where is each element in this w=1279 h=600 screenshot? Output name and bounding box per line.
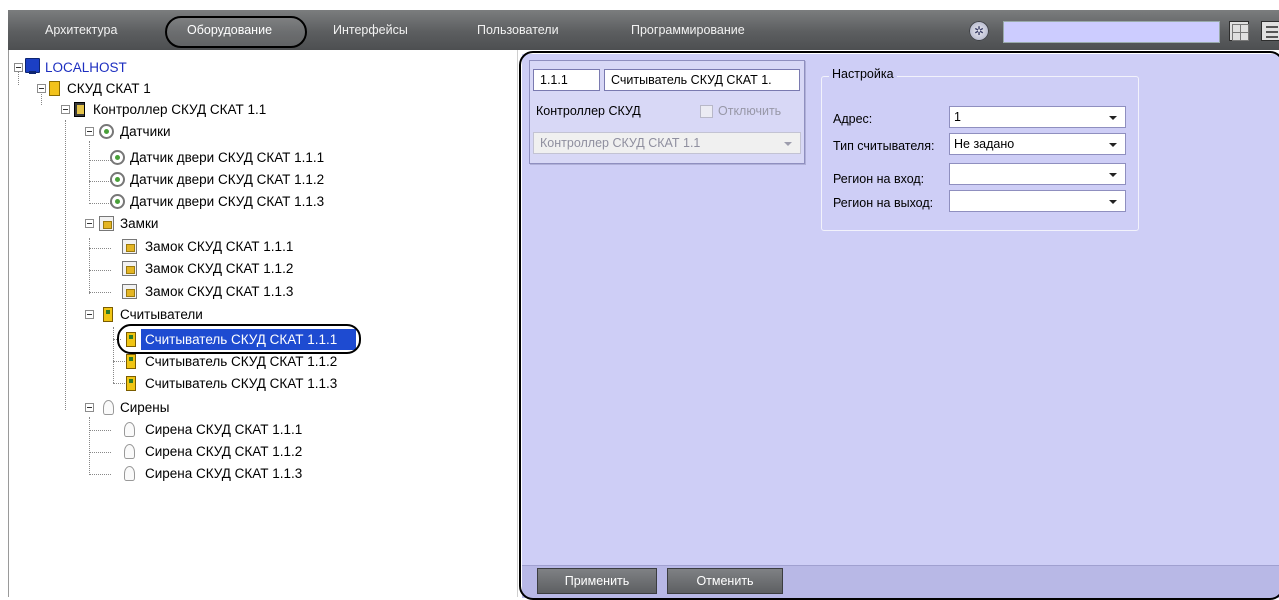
siren-icon bbox=[124, 444, 135, 459]
sensor-icon bbox=[110, 172, 125, 187]
siren-icon bbox=[103, 400, 114, 415]
sensor-icon bbox=[110, 150, 125, 165]
lock-icon bbox=[99, 216, 114, 231]
layout-grid-icon[interactable] bbox=[1229, 21, 1249, 41]
collapse-icon[interactable] bbox=[85, 403, 94, 412]
collapse-icon[interactable] bbox=[61, 105, 70, 114]
collapse-icon[interactable] bbox=[85, 127, 94, 136]
sensor-icon bbox=[99, 124, 114, 139]
reader-icon bbox=[126, 332, 136, 347]
skud-icon bbox=[49, 81, 60, 96]
panel-annotation bbox=[519, 51, 1279, 600]
lock-icon bbox=[122, 284, 137, 299]
sensor-icon bbox=[110, 194, 125, 209]
reader-icon bbox=[126, 354, 136, 369]
siren-icon bbox=[124, 466, 135, 481]
reader-icon bbox=[103, 307, 113, 322]
main-menu-bar: Архитектура Оборудование Интерфейсы Поль… bbox=[8, 10, 1279, 50]
lock-icon bbox=[122, 239, 137, 254]
collapse-icon[interactable] bbox=[37, 84, 46, 93]
collapse-icon[interactable] bbox=[14, 63, 23, 72]
tab-architecture[interactable]: Архитектура bbox=[45, 10, 117, 50]
tab-users[interactable]: Пользователи bbox=[477, 10, 559, 50]
collapse-icon[interactable] bbox=[85, 219, 94, 228]
collapse-icon[interactable] bbox=[85, 310, 94, 319]
computer-icon bbox=[25, 58, 40, 74]
gear-icon[interactable]: ✲ bbox=[969, 21, 989, 41]
search-input[interactable] bbox=[1003, 21, 1220, 43]
controller-icon bbox=[74, 102, 85, 117]
tab-programming[interactable]: Программирование bbox=[631, 10, 745, 50]
siren-icon bbox=[124, 422, 135, 437]
tab-interfaces[interactable]: Интерфейсы bbox=[333, 10, 408, 50]
hamburger-menu-icon[interactable] bbox=[1261, 21, 1279, 41]
tab-equipment[interactable]: Оборудование bbox=[187, 10, 272, 50]
lock-icon bbox=[122, 261, 137, 276]
reader-icon bbox=[126, 376, 136, 391]
